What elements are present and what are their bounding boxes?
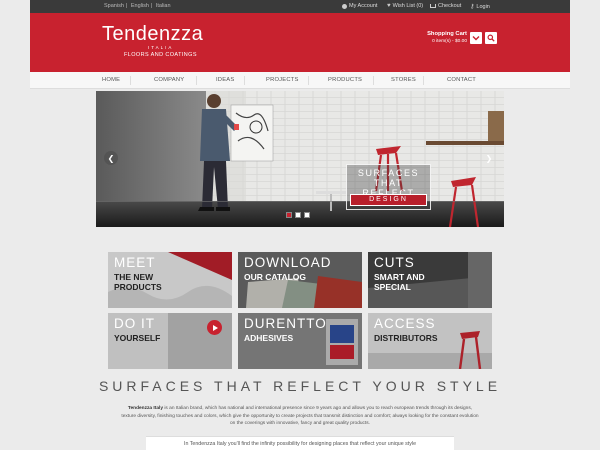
nav-divider xyxy=(308,76,309,85)
language-spanish-link[interactable]: Spanish xyxy=(104,3,124,9)
checkout-link[interactable]: Checkout xyxy=(430,3,461,9)
tile-durentto-adhesives[interactable]: DURENTTO ADHESIVES xyxy=(238,313,362,369)
chevron-left-icon: ❮ xyxy=(107,153,115,163)
nav-projects[interactable]: PROJECTS xyxy=(266,77,299,83)
nav-divider xyxy=(196,76,197,85)
search-button[interactable] xyxy=(485,32,497,44)
slogan-heading: SURFACES THAT REFLECT YOUR STYLE xyxy=(98,378,502,394)
nav-products[interactable]: PRODUCTS xyxy=(328,77,362,83)
tile-new-products[interactable]: MEET THE NEW PRODUCTS xyxy=(108,252,232,308)
slider-dot-3[interactable] xyxy=(304,212,310,218)
nav-company[interactable]: COMPANY xyxy=(154,77,184,83)
logo[interactable]: Tendenzza ITALIA FLOORS AND COATINGS xyxy=(102,23,204,58)
tile-access-distributors[interactable]: ACCESS DISTRIBUTORS xyxy=(368,313,492,369)
tile-durentto-title: DURENTTO xyxy=(244,316,327,331)
login-link[interactable]: ⚷ Login xyxy=(470,3,490,11)
nav-ideas[interactable]: IDEAS xyxy=(216,77,234,83)
tile-new-products-sub2: PRODUCTS xyxy=(114,282,162,292)
key-icon: ⚷ xyxy=(470,4,475,10)
slider-dots xyxy=(286,212,310,218)
logo-tagline: FLOORS AND COATINGS xyxy=(124,52,197,58)
tile-download-title: DOWNLOAD xyxy=(244,255,332,270)
cart-icon xyxy=(430,4,436,8)
nav-divider xyxy=(244,76,245,85)
intro-paragraph: Tendenzza Italy is an Italian brand, whi… xyxy=(120,405,480,428)
language-english-link[interactable]: English xyxy=(131,3,149,9)
tile-diy-sub1: YOURSELF xyxy=(114,333,161,343)
language-separator: | xyxy=(125,3,128,9)
tile-new-products-title: MEET xyxy=(114,255,156,270)
nav-stores[interactable]: STORES xyxy=(391,77,416,83)
intro-text: is an Italian brand, which has national … xyxy=(121,406,479,426)
intro-brand: Tendenzza Italy xyxy=(127,406,164,411)
tile-cuts-sub1: SMART AND xyxy=(374,272,425,282)
tile-download-sub1: OUR CATALOG xyxy=(244,272,307,282)
nav-divider xyxy=(373,76,374,85)
my-account-label: My Account xyxy=(349,3,378,9)
login-label: Login xyxy=(476,3,490,10)
nav-divider xyxy=(423,76,424,85)
language-switcher: Spanish | English | Italian xyxy=(103,3,172,9)
heart-icon: ♥ xyxy=(387,3,391,9)
logo-italia: ITALIA xyxy=(148,45,174,50)
slider-dot-2[interactable] xyxy=(295,212,301,218)
main-nav: HOME COMPANY IDEAS PROJECTS PRODUCTS STO… xyxy=(30,72,570,89)
nav-home[interactable]: HOME xyxy=(102,77,120,83)
my-account-link[interactable]: My Account xyxy=(342,3,377,9)
slider-dot-1[interactable] xyxy=(286,212,292,218)
logo-brand: Tendenzza xyxy=(102,23,204,45)
checkout-label: Checkout xyxy=(438,3,462,9)
user-icon xyxy=(342,3,347,9)
chevron-down-icon xyxy=(472,36,480,41)
language-separator: | xyxy=(150,3,153,9)
cart-summary: 0 item(s) - $0.00 xyxy=(432,39,467,44)
tile-cuts[interactable]: CUTS SMART AND SPECIAL xyxy=(368,252,492,308)
search-icon xyxy=(487,34,495,42)
tile-diy-title: DO IT xyxy=(114,316,155,331)
tile-new-products-sub1: THE NEW xyxy=(114,272,154,282)
play-icon xyxy=(212,324,218,331)
chevron-right-icon: ❯ xyxy=(485,153,493,163)
hero-tagline: SURFACES THAT REFLECT DESIGN xyxy=(346,164,431,210)
tile-access-title: ACCESS xyxy=(374,316,436,331)
tile-durentto-sub1: ADHESIVES xyxy=(244,333,294,343)
shopping-cart[interactable]: Shopping Cart 0 item(s) - $0.00 xyxy=(427,31,467,44)
wish-list-label: Wish List (0) xyxy=(392,3,424,9)
info-bar: In Tendenzza Italy you'll find the infin… xyxy=(146,436,454,450)
hero-tagline-line1: SURFACES xyxy=(357,168,420,178)
tile-cuts-title: CUTS xyxy=(374,255,415,270)
tile-access-sub1: DISTRIBUTORS xyxy=(374,333,438,343)
hero-image xyxy=(96,91,504,227)
hero-slider: ❮ ❯ SURFACES THAT REFLECT DESIGN xyxy=(96,91,504,227)
language-italian-link[interactable]: Italian xyxy=(156,3,171,9)
nav-divider xyxy=(130,76,131,85)
hero-prev-button[interactable]: ❮ xyxy=(104,151,118,165)
tile-download-catalog[interactable]: DOWNLOAD OUR CATALOG xyxy=(238,252,362,308)
header: Tendenzza ITALIA FLOORS AND COATINGS Sho… xyxy=(30,13,570,72)
hero-next-button[interactable]: ❯ xyxy=(482,151,496,165)
play-button[interactable] xyxy=(207,320,222,335)
cart-title: Shopping Cart xyxy=(427,31,467,37)
top-bar: Spanish | English | Italian My Account ♥ W… xyxy=(30,0,570,13)
tile-do-it-yourself[interactable]: DO IT YOURSELF xyxy=(108,313,232,369)
cart-dropdown-button[interactable] xyxy=(470,32,482,44)
page: Spanish | English | Italian My Account ♥ W… xyxy=(0,0,600,450)
nav-contact[interactable]: CONTACT xyxy=(447,77,476,83)
hero-tagline-line3: DESIGN xyxy=(350,194,427,206)
wish-list-link[interactable]: ♥ Wish List (0) xyxy=(387,3,423,9)
tile-cuts-sub2: SPECIAL xyxy=(374,282,411,292)
